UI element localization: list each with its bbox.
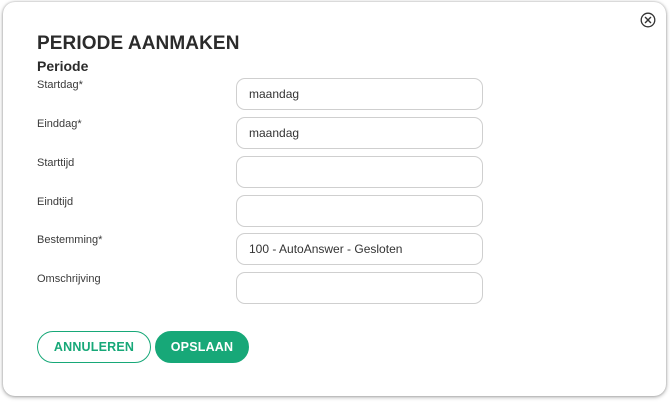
eindtijd-row: Eindtijd	[37, 195, 487, 227]
startdag-label: Startdag*	[37, 79, 83, 91]
cancel-button[interactable]: ANNULEREN	[37, 331, 151, 363]
einddag-select[interactable]: maandag	[236, 117, 483, 149]
starttijd-row: Starttijd	[37, 156, 487, 188]
einddag-label: Einddag*	[37, 118, 82, 130]
close-button[interactable]	[640, 12, 656, 28]
startdag-select[interactable]: maandag	[236, 78, 483, 110]
omschrijving-row: Omschrijving	[37, 272, 487, 304]
section-title: Periode	[37, 58, 89, 74]
einddag-row: Einddag* maandag	[37, 117, 487, 149]
eindtijd-input[interactable]	[236, 195, 483, 227]
eindtijd-label: Eindtijd	[37, 196, 74, 208]
bestemming-select[interactable]: 100 - AutoAnswer - Gesloten	[236, 233, 483, 265]
dialog-title: PERIODE AANMAKEN	[37, 33, 240, 54]
bestemming-row: Bestemming* 100 - AutoAnswer - Gesloten	[37, 233, 487, 265]
startdag-row: Startdag* maandag	[37, 78, 487, 110]
bestemming-label: Bestemming*	[37, 234, 103, 246]
omschrijving-label: Omschrijving	[37, 273, 101, 285]
starttijd-input[interactable]	[236, 156, 483, 188]
omschrijving-input[interactable]	[236, 272, 483, 304]
save-button[interactable]: OPSLAAN	[155, 331, 249, 363]
create-period-dialog: PERIODE AANMAKEN Periode Startdag* maand…	[3, 2, 666, 396]
close-circle-icon	[640, 12, 656, 28]
starttijd-label: Starttijd	[37, 157, 75, 169]
